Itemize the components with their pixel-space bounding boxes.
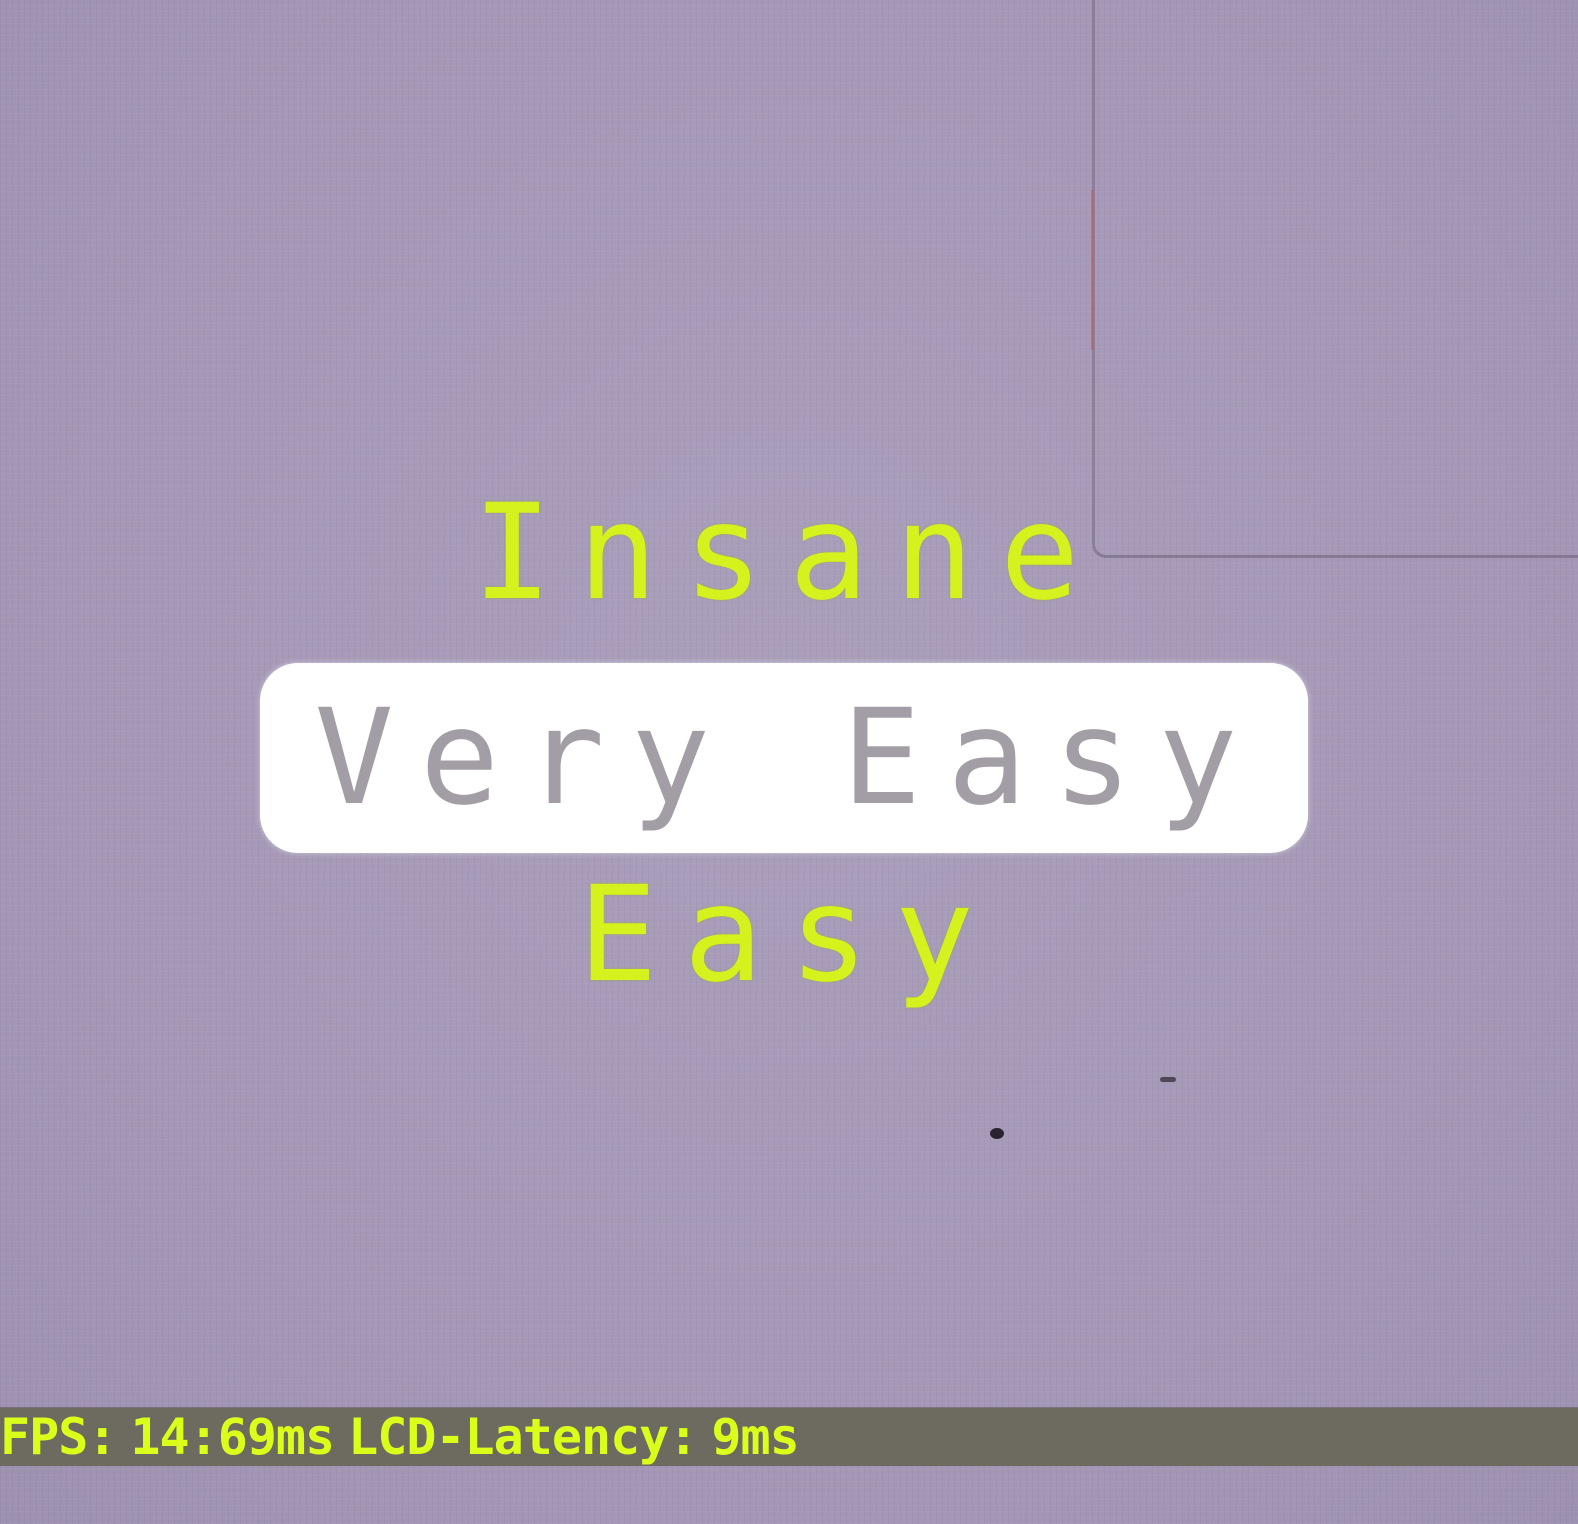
difficulty-option-insane[interactable]: Insane <box>0 478 1578 628</box>
debug-status-bar: FPS: 14:69ms LCD-Latency: 9ms <box>0 1408 1578 1466</box>
screen-speck <box>1160 1077 1176 1082</box>
difficulty-option-easy[interactable]: Easy <box>0 860 1578 1010</box>
lcd-latency-value: 9ms <box>711 1408 799 1466</box>
debug-readout: FPS: 14:69ms LCD-Latency: 9ms <box>0 1408 800 1466</box>
background-panel-outline <box>1091 0 1578 558</box>
fps-value: 14:69ms <box>130 1408 335 1466</box>
game-screen: Insane Very Easy Easy FPS: 14:69ms LCD-Lat… <box>0 0 1578 1524</box>
difficulty-option-very-easy-selected[interactable]: Very Easy <box>0 663 1578 853</box>
fps-label: FPS: <box>0 1408 117 1466</box>
screen-speck <box>990 1128 1004 1139</box>
lcd-latency-label: LCD-Latency: <box>348 1408 698 1466</box>
